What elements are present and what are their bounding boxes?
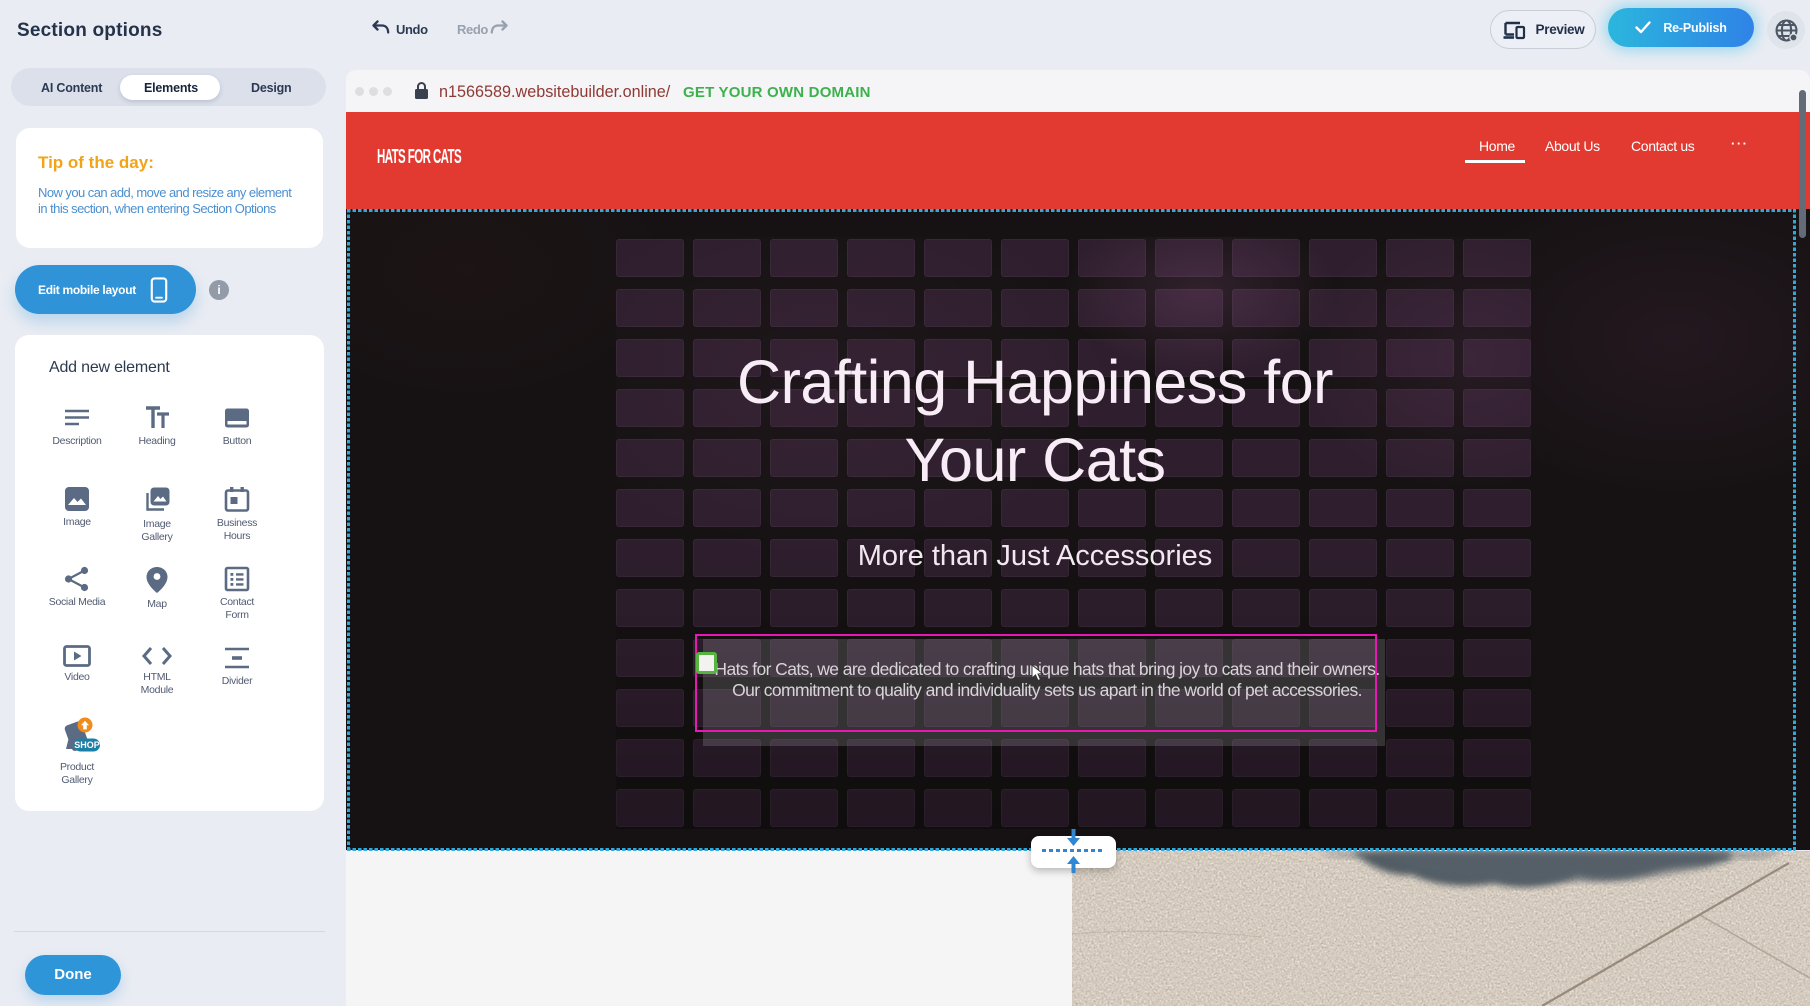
svg-text:SHOP: SHOP (74, 740, 100, 750)
